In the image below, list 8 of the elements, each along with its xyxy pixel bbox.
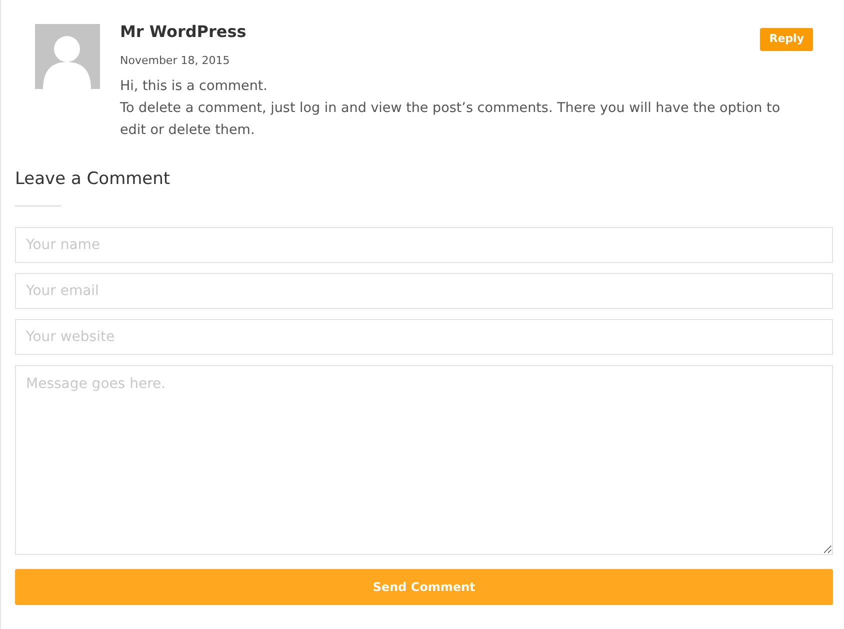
send-comment-button[interactable]: Send Comment bbox=[15, 569, 833, 605]
reply-button[interactable]: Reply bbox=[760, 28, 813, 51]
comment-text: To delete a comment, just log in and view the post’s comments. There you will have the option to edit or delete them. bbox=[120, 99, 782, 140]
form-heading: Leave a Comment bbox=[15, 168, 172, 191]
comment-date: November 18, 2015 bbox=[120, 53, 231, 69]
comment-text: Hi, this is a comment. bbox=[120, 77, 268, 96]
avatar-icon bbox=[35, 24, 100, 89]
comment-author: Mr WordPress bbox=[120, 22, 246, 42]
